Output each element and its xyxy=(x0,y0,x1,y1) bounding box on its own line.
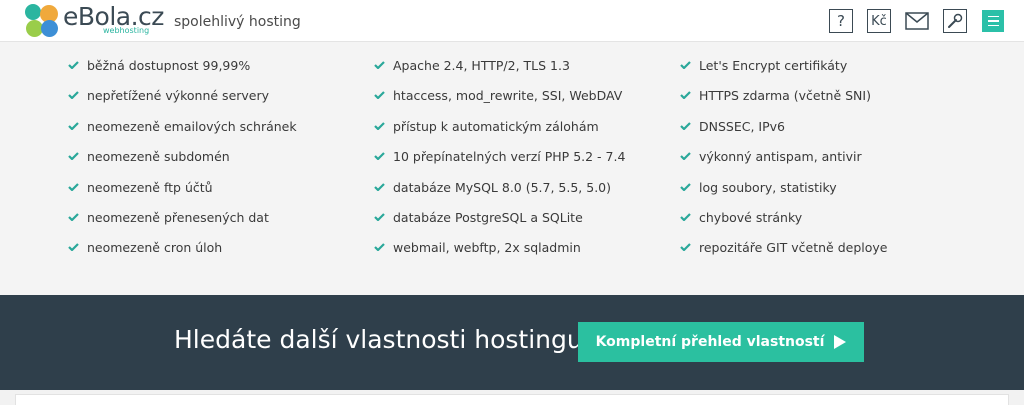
feature-label: log soubory, statistiky xyxy=(699,179,837,195)
feature-label: Apache 2.4, HTTP/2, TLS 1.3 xyxy=(393,58,570,73)
feature-item: DNSSEC, IPv6 xyxy=(680,119,887,149)
help-icon: ? xyxy=(837,11,845,30)
settings-button[interactable] xyxy=(943,9,967,33)
feature-label: Let's Encrypt certifikáty xyxy=(699,58,848,73)
feature-label: databáze MySQL 8.0 (5.7, 5.5, 5.0) xyxy=(393,179,612,195)
feature-item: přístup k automatickým zálohám xyxy=(374,119,625,149)
feature-item: neomezeně přenesených dat xyxy=(68,210,297,240)
feature-item: webmail, webftp, 2x sqladmin xyxy=(374,240,625,270)
feature-label: 10 přepínatelných verzí PHP 5.2 - 7.4 xyxy=(393,149,626,165)
wrench-icon xyxy=(948,13,963,28)
feature-item: log soubory, statistiky xyxy=(680,180,887,210)
site-header: eBola.cz webhosting spolehlivý hosting ?… xyxy=(0,0,1024,42)
price-icon: Kč xyxy=(871,13,887,29)
mail-icon xyxy=(905,12,929,30)
feature-item: neomezeně ftp účtů xyxy=(68,180,297,210)
check-icon xyxy=(68,182,79,191)
check-icon xyxy=(68,91,79,100)
check-icon xyxy=(680,61,691,69)
feature-item: databáze PostgreSQL a SQLite xyxy=(374,210,625,240)
check-icon xyxy=(374,122,385,130)
feature-item: neomezeně emailových schránek xyxy=(68,119,297,149)
brand-subtitle: webhosting xyxy=(103,26,150,35)
features-banner: Hledáte další vlastnosti hostingu? Kompl… xyxy=(0,295,1024,390)
check-icon xyxy=(374,182,385,191)
check-icon xyxy=(680,152,691,161)
feature-label: repozitáře GIT včetně deploye xyxy=(699,240,888,256)
feature-item: běžná dostupnost 99,99% xyxy=(68,58,297,88)
feature-column-3: Let's Encrypt certifikáty HTTPS zdarma (v… xyxy=(680,58,887,271)
feature-label: neomezeně cron úloh xyxy=(87,240,223,256)
contact-button[interactable] xyxy=(905,9,929,33)
feature-label: HTTPS zdarma (včetně SNI) xyxy=(699,88,871,104)
check-icon xyxy=(374,61,385,69)
feature-label: neomezeně přenesených dat xyxy=(87,209,269,225)
check-icon xyxy=(374,91,385,100)
hamburger-icon xyxy=(987,15,999,18)
check-icon xyxy=(68,122,79,130)
feature-item: htaccess, mod_rewrite, SSI, WebDAV xyxy=(374,88,625,118)
feature-item: databáze MySQL 8.0 (5.7, 5.5, 5.0) xyxy=(374,180,625,210)
feature-label: nepřetížené výkonné servery xyxy=(87,88,270,104)
check-icon xyxy=(374,152,385,161)
logo-icon[interactable] xyxy=(25,4,59,38)
feature-label: neomezeně emailových schránek xyxy=(87,118,297,134)
price-button[interactable]: Kč xyxy=(867,9,891,33)
feature-label: htaccess, mod_rewrite, SSI, WebDAV xyxy=(393,88,623,104)
feature-item: výkonný antispam, antivir xyxy=(680,149,887,179)
feature-label: neomezeně subdomén xyxy=(87,149,230,165)
feature-item: repozitáře GIT včetně deploye xyxy=(680,240,887,270)
page-bottom xyxy=(0,390,1024,405)
feature-item: nepřetížené výkonné servery xyxy=(68,88,297,118)
check-icon xyxy=(68,152,79,161)
help-button[interactable]: ? xyxy=(829,9,853,33)
feature-item: HTTPS zdarma (včetně SNI) xyxy=(680,88,887,118)
feature-item: neomezeně subdomén xyxy=(68,149,297,179)
banner-heading: Hledáte další vlastnosti hostingu? xyxy=(174,325,596,354)
feature-label: přístup k automatickým zálohám xyxy=(393,118,599,134)
feature-label: výkonný antispam, antivir xyxy=(699,149,862,165)
content-panel-edge xyxy=(15,394,1009,405)
check-icon xyxy=(68,243,79,252)
check-icon xyxy=(68,61,79,69)
feature-label: chybové stránky xyxy=(699,209,803,225)
feature-item: Apache 2.4, HTTP/2, TLS 1.3 xyxy=(374,58,625,88)
check-icon xyxy=(680,182,691,191)
tagline: spolehlivý hosting xyxy=(174,14,301,30)
feature-label: neomezeně ftp účtů xyxy=(87,179,213,195)
full-features-button[interactable]: Kompletní přehled vlastností xyxy=(578,322,864,362)
check-icon xyxy=(680,213,691,221)
feature-item: neomezeně cron úloh xyxy=(68,240,297,270)
cta-label: Kompletní přehled vlastností xyxy=(595,334,825,350)
feature-label: běžná dostupnost 99,99% xyxy=(87,58,251,73)
check-icon xyxy=(680,91,691,100)
feature-label: DNSSEC, IPv6 xyxy=(699,118,785,134)
feature-item: 10 přepínatelných verzí PHP 5.2 - 7.4 xyxy=(374,149,625,179)
feature-item: Let's Encrypt certifikáty xyxy=(680,58,887,88)
check-icon xyxy=(68,213,79,221)
check-icon xyxy=(374,213,385,221)
feature-list: běžná dostupnost 99,99% nepřetížené výkon… xyxy=(0,42,1024,295)
menu-button[interactable] xyxy=(982,10,1004,32)
check-icon xyxy=(680,243,691,252)
feature-column-2: Apache 2.4, HTTP/2, TLS 1.3 htaccess, mod… xyxy=(374,58,625,271)
feature-item: chybové stránky xyxy=(680,210,887,240)
check-icon xyxy=(374,243,385,252)
feature-label: databáze PostgreSQL a SQLite xyxy=(393,209,583,225)
play-arrow-icon xyxy=(834,335,847,349)
feature-label: webmail, webftp, 2x sqladmin xyxy=(393,240,581,256)
feature-column-1: běžná dostupnost 99,99% nepřetížené výkon… xyxy=(68,58,297,271)
check-icon xyxy=(680,122,691,130)
